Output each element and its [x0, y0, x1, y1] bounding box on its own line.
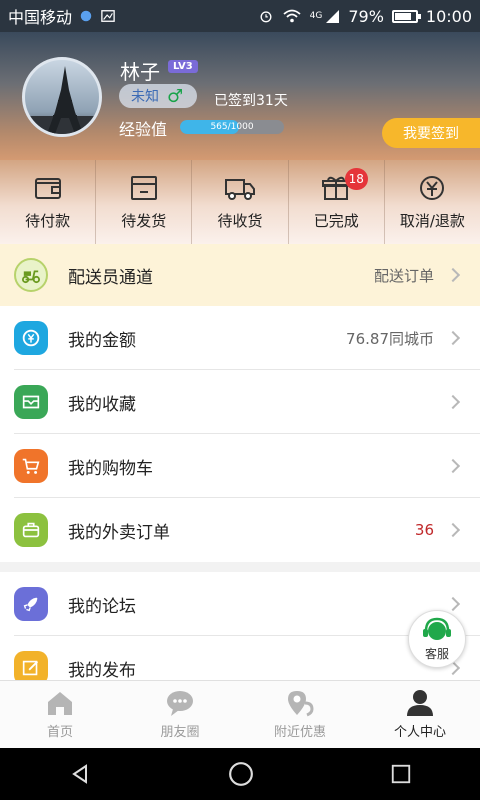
- gender-text: 未知: [131, 89, 159, 105]
- screen: 中国移动 4G 79% 10:00 林子 LV3 未知 ♂ 已签到31天 经验值…: [0, 0, 480, 800]
- truck-icon: [225, 178, 255, 200]
- battery-icon: [391, 9, 421, 23]
- tab-label: 附近优惠: [273, 725, 326, 740]
- menu-row-forum[interactable]: 我的论坛: [0, 572, 480, 636]
- customer-service-button[interactable]: 客服: [408, 610, 466, 668]
- tab-profile[interactable]: 个人中心: [360, 681, 480, 748]
- signal-icon: [326, 10, 340, 23]
- menu-title: 我的外卖订单: [68, 522, 170, 543]
- order-label: 取消/退款: [399, 211, 465, 230]
- order-label: 待发货: [121, 211, 167, 230]
- bottom-tab-bar: 首页 朋友圈 附近优惠 个人中心: [0, 680, 480, 748]
- profile-header: 林子 LV3 未知 ♂ 已签到31天 经验值 565/1000 我要签到: [0, 32, 480, 160]
- box-icon: [130, 175, 157, 200]
- avatar[interactable]: [22, 57, 102, 137]
- menu-row-cart[interactable]: 我的购物车: [0, 434, 480, 498]
- order-status-bar: 待付款 待发货 待收货 18 已完成 取消/退款: [0, 160, 480, 244]
- customer-service-label: 客服: [424, 646, 449, 661]
- tab-home[interactable]: 首页: [0, 681, 120, 748]
- balance-value: 76.87同城币: [346, 329, 434, 348]
- chat-icon: [167, 691, 193, 716]
- order-label: 已完成: [313, 211, 359, 230]
- location-icon: [288, 691, 314, 717]
- carrier-name: 中国移动: [8, 8, 73, 27]
- exp-progress-bar: 565/1000: [180, 120, 284, 134]
- menu-row-balance[interactable]: 我的金额 76.87同城币: [0, 306, 480, 370]
- takeout-count: 36: [414, 521, 434, 539]
- chevron-right-icon: [445, 522, 461, 538]
- cart-icon: [14, 449, 48, 483]
- order-label: 待付款: [25, 211, 71, 230]
- home-icon: [48, 692, 72, 715]
- menu-title: 我的金额: [68, 330, 136, 351]
- wallet-icon: [34, 177, 61, 199]
- coin-icon: [14, 321, 48, 355]
- order-pending-payment[interactable]: 待付款: [0, 160, 97, 244]
- user-name: 林子: [120, 60, 160, 84]
- completed-count-badge: 18: [344, 168, 368, 190]
- level-badge: LV3: [168, 60, 198, 73]
- menu-row-favorites[interactable]: 我的收藏: [0, 370, 480, 434]
- hd-icon: [80, 10, 92, 22]
- rider-channel-row[interactable]: 配送员通道 配送订单: [0, 244, 480, 306]
- chevron-right-icon: [445, 394, 461, 410]
- order-refund[interactable]: 取消/退款: [385, 160, 480, 244]
- eiffel-tower-image: [25, 66, 99, 134]
- rocket-icon: [14, 587, 48, 621]
- favorite-icon: [14, 385, 48, 419]
- order-completed[interactable]: 18 已完成: [289, 160, 385, 244]
- rider-orders-link: 配送订单: [373, 266, 434, 285]
- menu-title: 我的发布: [68, 660, 136, 681]
- chevron-right-icon: [445, 458, 461, 474]
- menu-title: 我的购物车: [68, 458, 153, 479]
- chevron-right-icon: [445, 267, 461, 283]
- menu-row-takeout[interactable]: 我的外卖订单 36: [0, 498, 480, 562]
- exp-label: 经验值: [119, 120, 168, 139]
- menu-title: 我的收藏: [68, 394, 136, 415]
- tab-label: 首页: [46, 725, 73, 740]
- rider-title: 配送员通道: [68, 267, 153, 288]
- refund-icon: [420, 175, 445, 200]
- home-circle-icon[interactable]: [228, 761, 254, 787]
- back-icon[interactable]: [68, 762, 92, 786]
- network-type: 4G: [309, 10, 323, 21]
- gender-pill: 未知 ♂: [119, 84, 197, 108]
- tab-label: 朋友圈: [160, 725, 200, 740]
- order-label: 待收货: [217, 211, 263, 230]
- wifi-icon: [283, 9, 301, 23]
- battery-fill: [394, 12, 411, 20]
- scooter-icon: [14, 258, 48, 292]
- takeout-icon: [14, 513, 48, 547]
- sign-in-button[interactable]: 我要签到: [382, 118, 480, 148]
- menu-title: 我的论坛: [68, 596, 136, 617]
- sign-days: 已签到31天: [214, 93, 288, 109]
- chevron-right-icon: [445, 330, 461, 346]
- status-right: 4G 79% 10:00: [258, 7, 472, 26]
- tab-moments[interactable]: 朋友圈: [120, 681, 240, 748]
- user-icon: [407, 690, 433, 716]
- chevron-right-icon: [445, 596, 461, 612]
- alarm-icon: [260, 11, 272, 23]
- tab-nearby-deals[interactable]: 附近优惠: [240, 681, 360, 748]
- order-pending-receipt[interactable]: 待收货: [192, 160, 289, 244]
- recents-icon[interactable]: [390, 763, 412, 785]
- tab-label: 个人中心: [393, 725, 446, 740]
- order-pending-shipment[interactable]: 待发货: [96, 160, 193, 244]
- male-icon: ♂: [167, 85, 184, 107]
- headset-icon: [423, 617, 451, 640]
- clock: 10:00: [425, 6, 472, 26]
- carrier-group: 中国移动: [8, 4, 116, 28]
- exp-progress-text: 565/1000: [210, 122, 254, 132]
- image-icon: [101, 10, 115, 22]
- system-nav-bar: [0, 748, 480, 800]
- status-bar: 中国移动 4G 79% 10:00: [0, 0, 480, 32]
- battery-percent: 79%: [348, 6, 384, 26]
